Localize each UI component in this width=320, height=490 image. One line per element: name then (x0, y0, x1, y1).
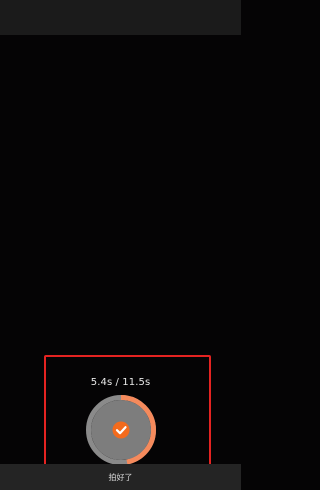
done-label[interactable]: 拍好了 (0, 473, 241, 483)
checkmark-icon (112, 421, 130, 439)
finish-recording-button[interactable] (86, 395, 156, 465)
top-bar (0, 0, 241, 35)
recording-timer: 5.4s / 11.5s (90, 377, 151, 388)
